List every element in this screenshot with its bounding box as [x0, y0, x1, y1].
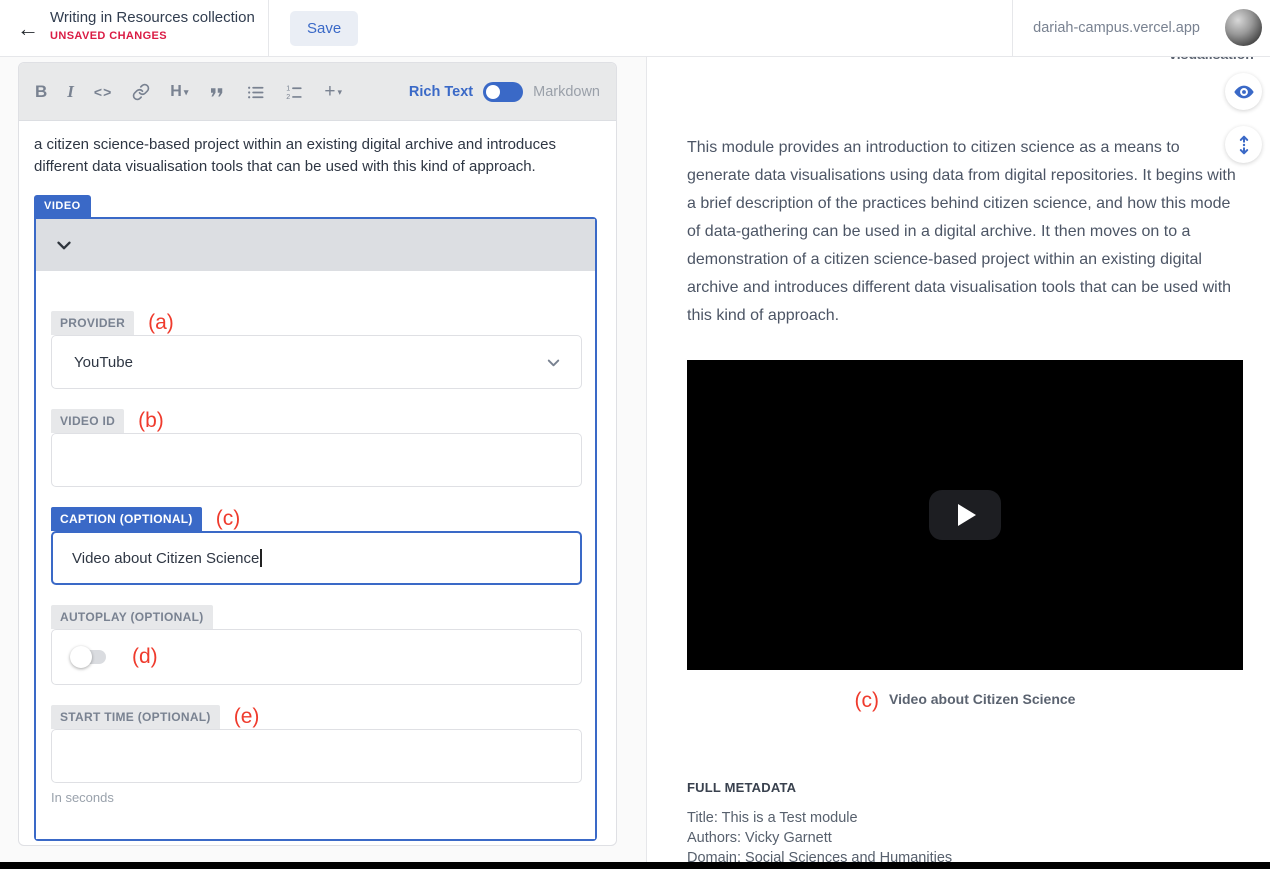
provider-field: PROVIDER (a) YouTube	[51, 311, 580, 389]
code-icon: <>	[94, 84, 112, 100]
plus-icon: +	[324, 81, 335, 103]
provider-label: PROVIDER	[51, 311, 134, 335]
video-widget-header[interactable]	[36, 219, 595, 271]
caption-label: CAPTION (OPTIONAL)	[51, 507, 202, 531]
topbar-divider-left	[268, 0, 269, 56]
autoplay-toggle[interactable]	[72, 646, 108, 668]
chevron-down-icon: ▾	[337, 87, 342, 98]
italic-button[interactable]: I	[67, 82, 74, 102]
toggle-knob	[70, 646, 92, 668]
provider-select[interactable]: YouTube	[51, 335, 582, 389]
editor-content[interactable]: a citizen science-based project within a…	[19, 134, 616, 841]
annotation-c-preview: (c)	[855, 689, 880, 713]
heading-button[interactable]: H▾	[170, 83, 188, 101]
video-widget-body: PROVIDER (a) YouTube VIDEO ID (b)	[36, 271, 595, 839]
bold-button[interactable]: B	[35, 82, 47, 102]
metadata-heading: FULL METADATA	[687, 780, 796, 795]
toggle-preview-button[interactable]	[1225, 73, 1262, 110]
quote-icon	[208, 83, 226, 101]
richtext-toolbar: B I <> H▾	[19, 63, 616, 121]
clipped-heading: visualisation	[1169, 57, 1254, 62]
save-button[interactable]: Save	[290, 11, 358, 46]
video-id-input[interactable]	[51, 433, 582, 487]
numbered-list-icon: 12	[285, 83, 304, 102]
link-icon	[132, 83, 150, 101]
start-time-input[interactable]	[51, 729, 582, 783]
metadata-authors: Authors: Vicky Garnett	[687, 828, 952, 848]
bottom-bar	[0, 862, 1270, 869]
text-cursor	[260, 549, 262, 567]
format-buttons: B I <> H▾	[35, 63, 342, 121]
preview-pane: visualisation This module provides an in…	[646, 57, 1270, 862]
provider-select-value: YouTube	[74, 354, 544, 371]
chevron-down-icon	[53, 234, 75, 256]
editor-mode-switch: Rich Text Markdown	[409, 63, 600, 121]
metadata-domain: Domain: Social Sciences and Humanities	[687, 848, 952, 862]
add-block-button[interactable]: +▾	[324, 81, 342, 103]
page-title: Writing in Resources collection	[50, 9, 255, 26]
heading-icon: H	[170, 83, 182, 101]
topbar-divider-right	[1012, 0, 1013, 56]
video-caption-row: (c) Video about Citizen Science	[687, 689, 1243, 713]
svg-text:2: 2	[287, 93, 291, 101]
start-time-hint: In seconds	[51, 790, 580, 805]
start-time-field: START TIME (OPTIONAL) (e) In seconds	[51, 705, 580, 805]
top-bar: ← Writing in Resources collection UNSAVE…	[0, 0, 1270, 57]
document-title-block: Writing in Resources collection UNSAVED …	[50, 9, 255, 42]
markdown-label[interactable]: Markdown	[533, 84, 600, 100]
annotation-a: (a)	[148, 311, 174, 335]
back-button[interactable]: ←	[14, 15, 42, 43]
caption-field: CAPTION (OPTIONAL) (c) Video about Citize…	[51, 507, 580, 585]
video-player	[687, 360, 1243, 670]
back-arrow-icon: ←	[17, 16, 39, 41]
play-button[interactable]	[929, 490, 1001, 540]
svg-text:1: 1	[287, 84, 291, 92]
collapse-widget-button[interactable]	[53, 234, 75, 256]
annotation-d: (d)	[132, 645, 158, 669]
video-widget-tab: VIDEO	[34, 195, 91, 217]
code-button[interactable]: <>	[94, 84, 112, 100]
unsaved-changes-badge: UNSAVED CHANGES	[50, 30, 255, 42]
editor-paragraph[interactable]: a citizen science-based project within a…	[34, 134, 600, 178]
play-icon	[958, 504, 976, 526]
video-widget: PROVIDER (a) YouTube VIDEO ID (b)	[34, 217, 597, 841]
site-link[interactable]: dariah-campus.vercel.app	[1033, 0, 1200, 56]
metadata-lines: Title: This is a Test module Authors: Vi…	[687, 808, 952, 862]
rich-text-label[interactable]: Rich Text	[409, 84, 473, 100]
annotation-e: (e)	[234, 705, 260, 729]
user-avatar[interactable]	[1225, 9, 1262, 46]
bullet-list-button[interactable]	[246, 83, 265, 102]
start-time-label: START TIME (OPTIONAL)	[51, 705, 220, 729]
app-window: ← Writing in Resources collection UNSAVE…	[0, 0, 1270, 869]
annotation-c: (c)	[216, 507, 241, 531]
mode-toggle[interactable]	[483, 82, 523, 102]
bold-icon: B	[35, 82, 47, 102]
metadata-title: Title: This is a Test module	[687, 808, 952, 828]
autoplay-control: (d)	[51, 629, 582, 685]
toggle-knob	[486, 85, 500, 99]
autoplay-field: AUTOPLAY (OPTIONAL) (d)	[51, 605, 580, 685]
video-id-field: VIDEO ID (b)	[51, 409, 580, 487]
numbered-list-button[interactable]: 12	[285, 83, 304, 102]
video-caption: Video about Citizen Science	[889, 691, 1075, 707]
eye-icon	[1233, 81, 1255, 103]
chevron-down-icon	[544, 353, 563, 372]
annotation-b: (b)	[138, 409, 164, 433]
bullet-list-icon	[246, 83, 265, 102]
editor-card: B I <> H▾	[18, 62, 617, 846]
editor-pane: B I <> H▾	[0, 57, 646, 862]
italic-icon: I	[67, 82, 74, 102]
chevron-down-icon: ▾	[184, 87, 189, 98]
caption-input[interactable]: Video about Citizen Science	[51, 531, 582, 585]
preview-paragraph: This module provides an introduction to …	[687, 134, 1243, 330]
quote-button[interactable]	[208, 83, 226, 101]
link-button[interactable]	[132, 83, 150, 101]
video-id-label: VIDEO ID	[51, 409, 124, 433]
caption-input-value: Video about Citizen Science	[72, 550, 259, 567]
autoplay-label: AUTOPLAY (OPTIONAL)	[51, 605, 213, 629]
